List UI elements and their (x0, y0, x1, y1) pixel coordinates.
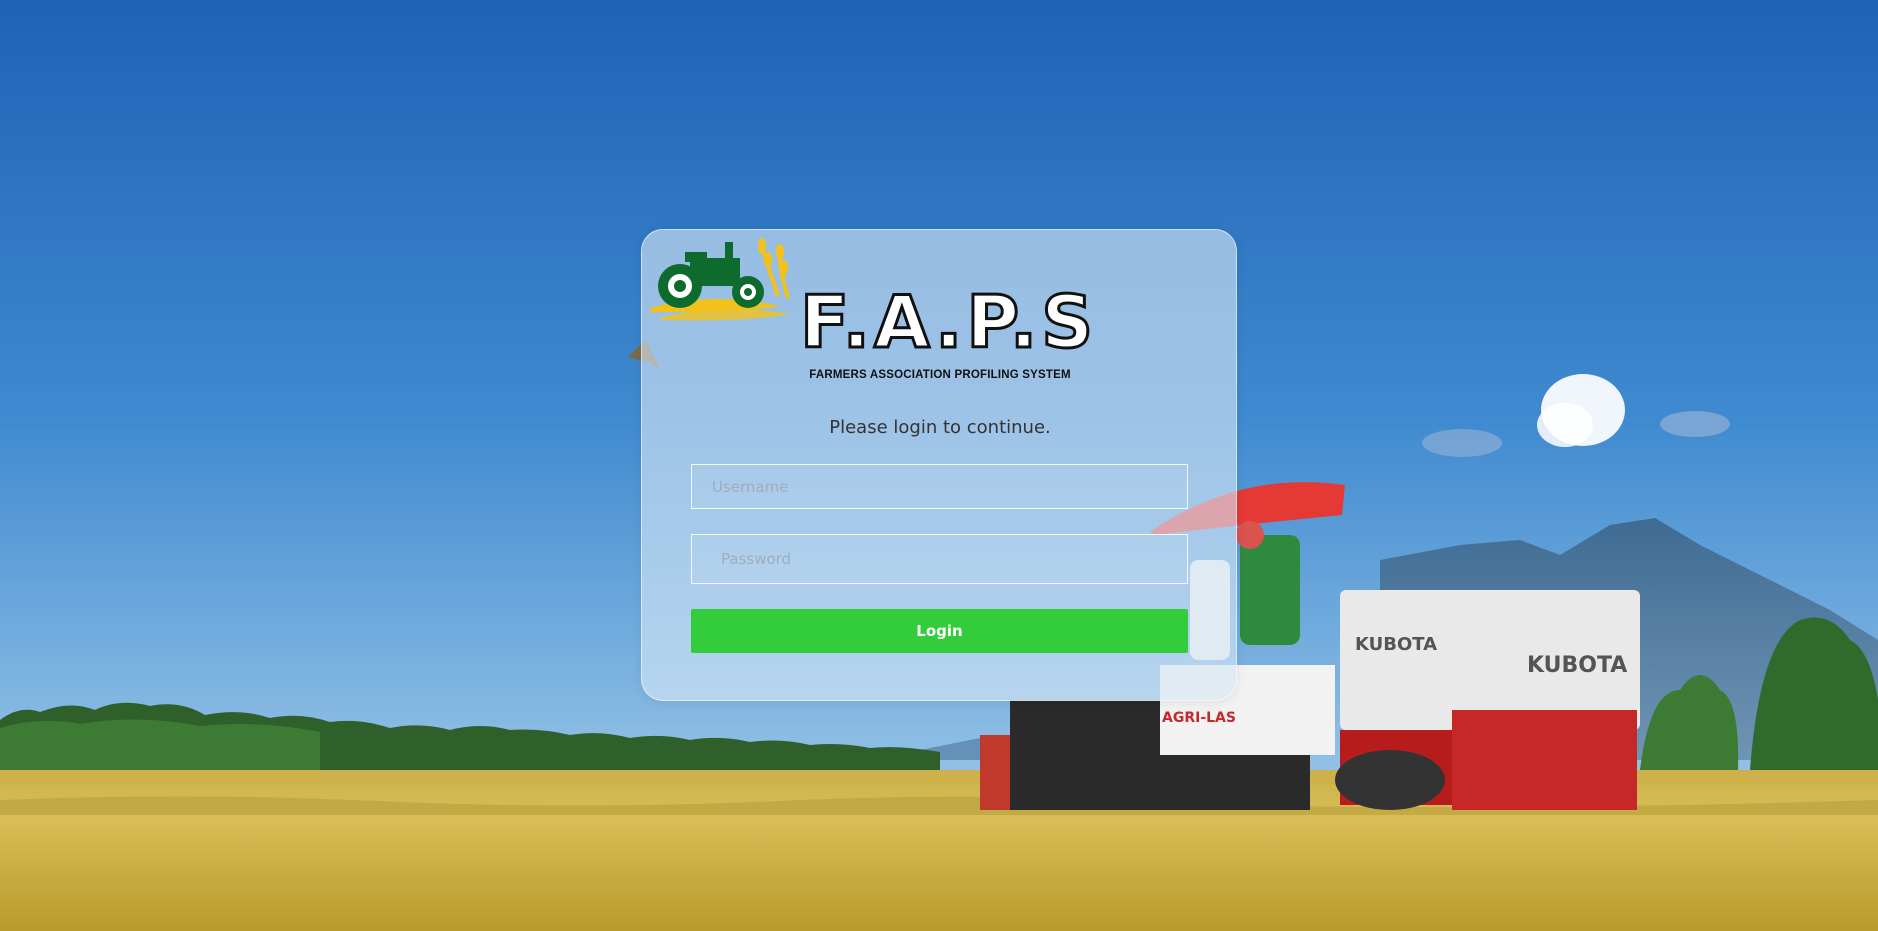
logo: F.A.P.S (650, 236, 1095, 366)
login-button[interactable]: Login (691, 609, 1188, 653)
logo-title: F.A.P.S (798, 280, 1098, 364)
svg-text:KUBOTA: KUBOTA (1355, 634, 1437, 655)
svg-text:AGRI-LAS: AGRI-LAS (1162, 710, 1236, 726)
login-prompt: Please login to continue. (829, 417, 1051, 438)
svg-text:KUBOTA: KUBOTA (1527, 653, 1627, 678)
cloud (1537, 403, 1593, 447)
username-input[interactable] (691, 464, 1188, 509)
password-input[interactable] (691, 534, 1188, 584)
login-page: KUBOTA KUBOTA AGRI-LAS F.A.P.S FARMERS A… (0, 0, 1878, 931)
login-card: F.A.P.S FARMERS ASSOCIATION PROFILING SY… (641, 229, 1237, 701)
logo-subtitle: FARMERS ASSOCIATION PROFILING SYSTEM (809, 369, 1071, 381)
